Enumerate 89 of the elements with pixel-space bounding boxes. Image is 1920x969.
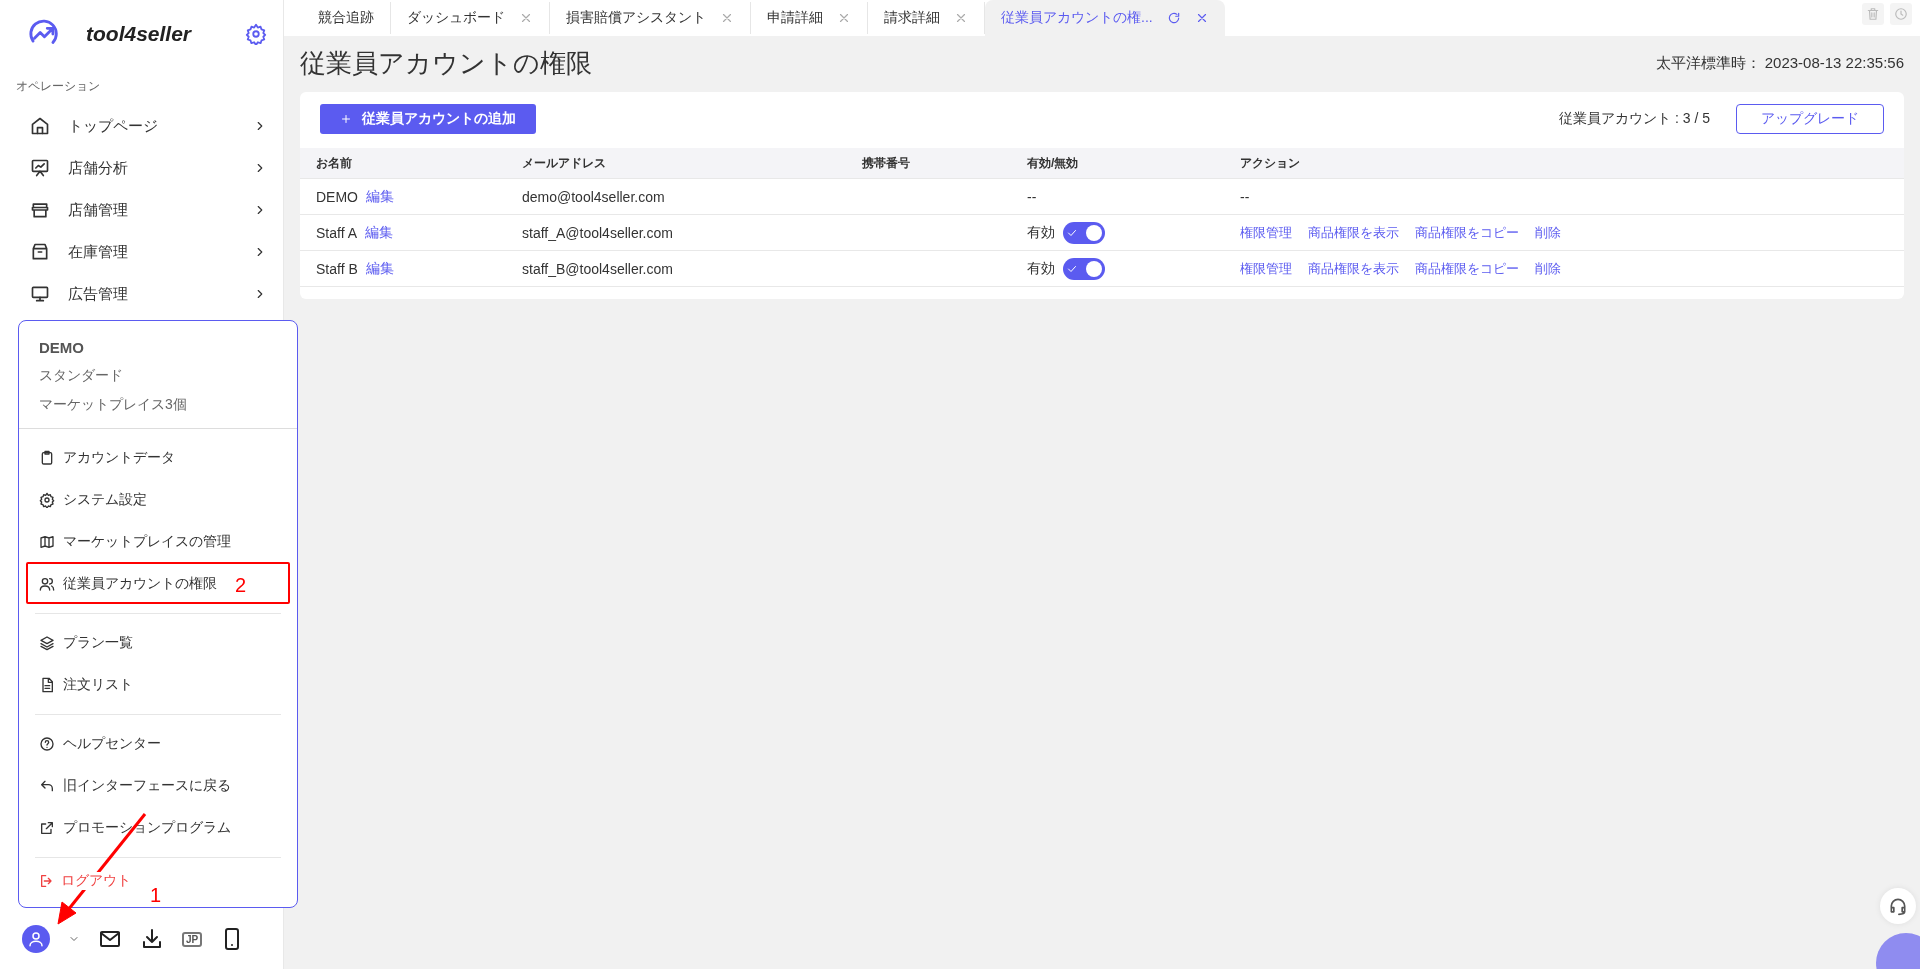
- store-icon: [30, 200, 50, 220]
- add-account-button[interactable]: 従業員アカウントの追加: [320, 104, 536, 134]
- person-silhouette-icon: [27, 930, 45, 948]
- tab[interactable]: ダッシュボード: [391, 2, 550, 34]
- nav-item[interactable]: 店舗管理: [68, 200, 235, 220]
- headset-icon: [1888, 896, 1908, 916]
- action-link[interactable]: 削除: [1535, 223, 1561, 242]
- column-header: 携帯番号: [862, 154, 911, 172]
- gear-icon: [39, 492, 55, 508]
- monitor-icon: [30, 284, 50, 304]
- timezone-clock: 太平洋標準時： 2023-08-13 22:35:56: [1655, 53, 1904, 73]
- status-label: 有効: [1027, 259, 1055, 278]
- logout-item[interactable]: ログアウト: [61, 872, 131, 890]
- enable-toggle[interactable]: [1063, 257, 1105, 280]
- trash-icon: [1866, 7, 1880, 21]
- nav-item[interactable]: 店舗分析: [68, 158, 235, 178]
- menu-item[interactable]: マーケットプレイスの管理: [63, 533, 231, 551]
- tab[interactable]: 申請詳細: [751, 2, 868, 34]
- action-link[interactable]: 商品権限をコピー: [1415, 259, 1519, 278]
- home-icon: [30, 116, 50, 136]
- action-link[interactable]: 商品権限を表示: [1308, 223, 1399, 242]
- edit-link[interactable]: 編集: [365, 259, 394, 278]
- chart-board-icon: [30, 158, 50, 178]
- edit-link[interactable]: 編集: [365, 223, 393, 242]
- name-cell: Staff B: [316, 260, 358, 277]
- email-cell-text: demo@tool4seller.com: [522, 188, 666, 205]
- nav-item[interactable]: 在庫管理: [68, 242, 235, 262]
- avatar-icon[interactable]: [22, 925, 50, 953]
- help-icon: [39, 736, 55, 752]
- status-cell-text: --: [1027, 188, 1038, 205]
- brand-logo-text: tool4seller: [86, 22, 193, 46]
- column-header: 有効/無効: [1027, 154, 1080, 172]
- close-icon: [720, 11, 734, 25]
- users-icon: [39, 576, 55, 592]
- plus-icon: [340, 113, 352, 125]
- menu-item[interactable]: プラン一覧: [63, 634, 133, 652]
- settings-icon: [245, 23, 267, 45]
- tab[interactable]: 競合追跡: [302, 2, 391, 34]
- section-label: オペレーション: [15, 78, 101, 95]
- action-link[interactable]: 権限管理: [1240, 259, 1292, 278]
- status-label: 有効: [1027, 223, 1055, 242]
- account-count: 従業員アカウント : 3 / 5: [1559, 110, 1710, 128]
- download-icon: [140, 927, 164, 951]
- action-link[interactable]: 権限管理: [1240, 223, 1292, 242]
- action-cell-text: --: [1240, 188, 1251, 205]
- marketplace-count: マーケットプレイス3個: [39, 396, 188, 414]
- name-cell: Staff A: [316, 224, 357, 241]
- menu-item[interactable]: システム設定: [63, 491, 147, 509]
- name-cell: DEMO: [316, 188, 358, 205]
- enable-toggle[interactable]: [1063, 221, 1105, 244]
- action-link[interactable]: 商品権限を表示: [1308, 259, 1399, 278]
- close-icon: [837, 11, 851, 25]
- plan-name: スタンダード: [39, 367, 124, 385]
- email-cell-text: staff_A@tool4seller.com: [522, 224, 674, 241]
- clipboard-icon: [39, 450, 55, 466]
- close-icon: [519, 11, 533, 25]
- tab[interactable]: 従業員アカウントの権...: [985, 0, 1225, 36]
- menu-item[interactable]: 従業員アカウントの権限: [63, 575, 217, 593]
- menu-item[interactable]: プロモーションプログラム: [63, 819, 231, 837]
- support-button[interactable]: [1880, 888, 1916, 924]
- nav-item[interactable]: トップページ: [68, 116, 235, 136]
- action-link[interactable]: 削除: [1535, 259, 1561, 278]
- box-icon: [30, 242, 50, 262]
- email-cell-text: staff_B@tool4seller.com: [522, 260, 674, 277]
- step-number: 1: [150, 884, 162, 907]
- external-link-icon: [39, 820, 55, 836]
- menu-item[interactable]: 旧インターフェースに戻る: [63, 777, 231, 795]
- refresh-icon: [1166, 11, 1181, 25]
- clock-icon: [1894, 7, 1908, 21]
- step-number: 2: [235, 574, 247, 597]
- menu-item[interactable]: 注文リスト: [63, 676, 133, 694]
- upgrade-button[interactable]: アップグレード: [1736, 104, 1884, 134]
- action-link[interactable]: 商品権限をコピー: [1415, 223, 1519, 242]
- menu-item[interactable]: アカウントデータ: [63, 449, 175, 467]
- close-icon: [954, 11, 968, 25]
- document-icon: [39, 677, 55, 693]
- tab[interactable]: 損害賠償アシスタント: [550, 2, 751, 34]
- menu-item[interactable]: ヘルプセンター: [63, 735, 161, 753]
- column-header: お名前: [316, 154, 353, 172]
- page-title: 従業員アカウントの権限: [300, 46, 593, 80]
- nav-item[interactable]: 広告管理: [68, 284, 235, 304]
- layers-icon: [39, 635, 55, 651]
- column-header: メールアドレス: [522, 154, 607, 172]
- column-header: アクション: [1240, 154, 1301, 172]
- user-name: DEMO: [39, 339, 85, 356]
- edit-link[interactable]: 編集: [366, 187, 394, 206]
- map-icon: [39, 534, 55, 550]
- language-badge[interactable]: JP: [182, 931, 203, 947]
- return-arrow-icon: [39, 778, 55, 794]
